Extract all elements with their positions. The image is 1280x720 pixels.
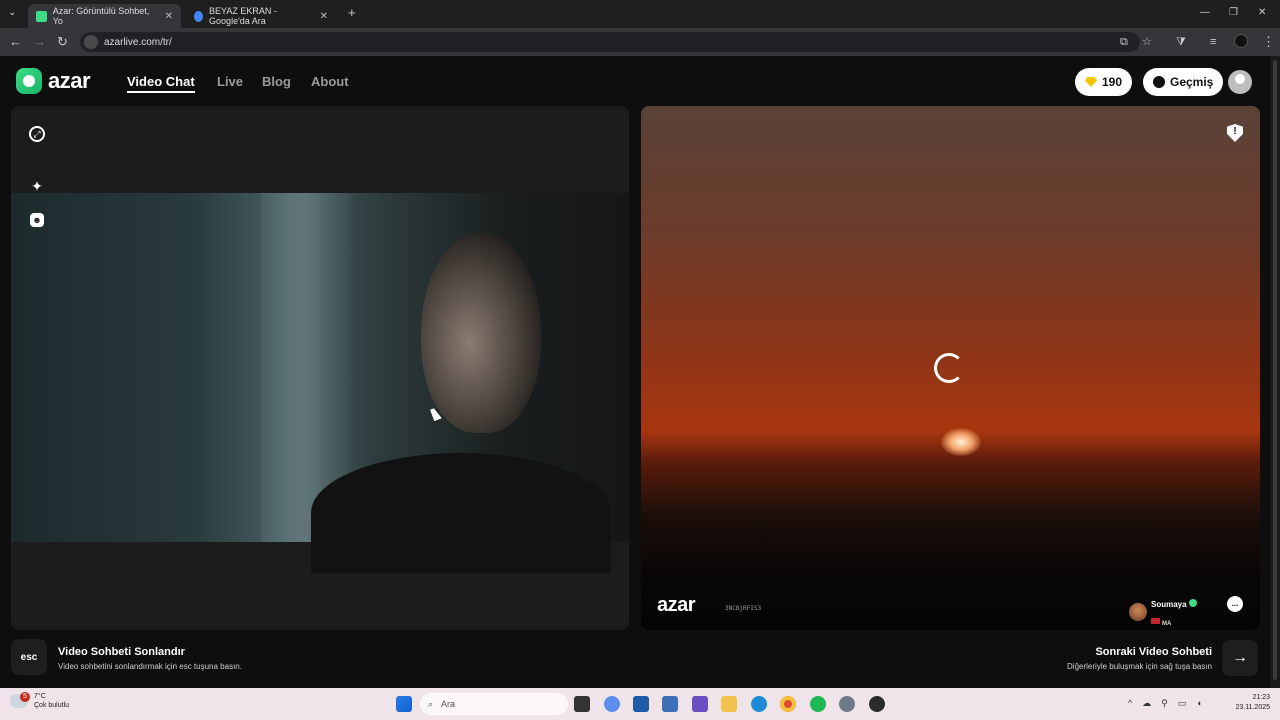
history-label: Geçmiş	[1170, 75, 1214, 89]
install-app-icon[interactable]: ⧉	[1120, 35, 1128, 49]
media-control-icon[interactable]: ≡	[1210, 35, 1216, 49]
gems-count: 190	[1102, 75, 1123, 89]
logo-text: azar	[48, 68, 91, 93]
new-tab-button[interactable]: +	[348, 6, 356, 20]
peer-info[interactable]: Soumaya MA	[1129, 594, 1197, 630]
google-favicon-icon	[194, 10, 204, 22]
temperature: 7°C	[34, 693, 46, 700]
loading-spinner-icon	[934, 353, 964, 383]
file-explorer-icon[interactable]	[721, 696, 737, 712]
time: 21:23	[1252, 694, 1270, 701]
browser-toolbar: ← → ↻ azarlive.com/tr/ ⧉ ☆ ⧩ ≡ ⋮	[0, 28, 1280, 56]
teams-icon[interactable]	[692, 696, 708, 712]
user-avatar[interactable]	[1228, 70, 1252, 94]
browser-menu-icon[interactable]: ⋮	[1262, 35, 1275, 49]
weather-desc: Çok bulutlu	[34, 702, 70, 709]
azar-page: azar Video Chat Live Blog About 190 Geçm…	[0, 56, 1270, 688]
next-chat-button[interactable]: →	[1222, 640, 1258, 676]
close-window-icon[interactable]: ✕	[1258, 6, 1266, 20]
end-chat-title: Video Sohbeti Sonlandır	[58, 646, 185, 658]
maximize-icon[interactable]: ❐	[1229, 6, 1238, 20]
start-windows-icon[interactable]	[396, 696, 412, 712]
date: 23.11.2025	[1235, 704, 1270, 711]
back-icon[interactable]: ←	[9, 35, 22, 49]
search-placeholder: Ara	[441, 699, 456, 709]
tab-azar[interactable]: Azar: Görüntülü Sohbet, Yo ✕	[28, 4, 181, 28]
sparkle-effects-icon[interactable]: ✦	[27, 176, 47, 196]
history-button[interactable]: Geçmiş	[1143, 68, 1224, 96]
nav-about[interactable]: About	[311, 74, 349, 89]
reload-icon[interactable]: ↻	[57, 35, 68, 49]
address-bar[interactable]: azarlive.com/tr/	[80, 32, 1140, 52]
azar-favicon-icon	[36, 10, 47, 22]
close-tab-icon[interactable]: ✕	[320, 11, 328, 22]
next-chat-title: Sonraki Video Sohbeti	[1095, 646, 1212, 658]
sunset-glow	[941, 428, 981, 456]
weather-widget[interactable]: 5 7°C Çok bulutlu	[10, 692, 69, 710]
tab-title: BEYAZ EKRAN - Google'da Ara	[209, 6, 277, 26]
minimize-icon[interactable]: —	[1200, 6, 1210, 20]
peer-country: MA	[1162, 621, 1172, 627]
copilot-icon[interactable]	[604, 696, 620, 712]
weather-badge: 5	[20, 692, 30, 702]
close-tab-icon[interactable]: ✕	[165, 11, 173, 22]
app-icon[interactable]	[869, 696, 885, 712]
local-video-panel: ⤢ ✦ ☻	[11, 106, 629, 630]
report-shield-icon[interactable]: !	[1227, 124, 1243, 142]
site-info-icon[interactable]	[84, 35, 98, 49]
next-chat-subtitle: Diğerleriyle buluşmak için sağ tuşa bası…	[1067, 662, 1212, 671]
clock[interactable]: 21:23 23.11.2025	[1220, 693, 1270, 713]
bookmark-star-icon[interactable]: ☆	[1142, 35, 1152, 49]
nav-live[interactable]: Live	[217, 74, 243, 89]
chat-bubble-icon[interactable]: ...	[1227, 596, 1243, 612]
settings-icon[interactable]	[839, 696, 855, 712]
extensions-icon[interactable]: ⧩	[1176, 35, 1186, 49]
azar-logo[interactable]: azar	[16, 68, 91, 94]
expand-icon[interactable]: ⤢	[29, 126, 45, 142]
gems-button[interactable]: 190	[1075, 68, 1133, 96]
nav-video-chat[interactable]: Video Chat	[127, 74, 195, 93]
forward-icon[interactable]: →	[33, 35, 46, 49]
gem-icon	[1085, 77, 1097, 87]
url-text: azarlive.com/tr/	[104, 36, 172, 48]
local-camera-feed	[11, 193, 629, 573]
flag-icon	[1151, 617, 1160, 624]
scrollbar-thumb[interactable]	[1273, 60, 1277, 680]
person-head	[421, 233, 541, 433]
session-code: 3NCBjRFIS3	[725, 605, 762, 612]
store-icon[interactable]	[633, 696, 649, 712]
spotify-icon[interactable]	[810, 696, 826, 712]
edge-icon[interactable]	[751, 696, 767, 712]
page-scrollbar[interactable]	[1270, 56, 1280, 688]
nav-blog[interactable]: Blog	[262, 74, 291, 89]
chrome-icon[interactable]	[780, 696, 796, 712]
cloud-icon: 5	[10, 692, 30, 708]
azar-logo-icon	[16, 68, 42, 94]
tab-list-icon[interactable]: ⌄	[8, 6, 16, 20]
taskbar-search[interactable]: ⌕ Ara	[420, 693, 568, 715]
browser-tab-bar: ⌄ Azar: Görüntülü Sohbet, Yo ✕ BEYAZ EKR…	[0, 0, 1280, 28]
windows-taskbar: 5 7°C Çok bulutlu ⌕ Ara ^☁⚲▭◖ 21:23 23.1…	[0, 688, 1280, 720]
search-icon: ⌕	[428, 698, 434, 709]
peer-name: Soumaya	[1151, 600, 1187, 609]
peer-avatar	[1129, 603, 1147, 621]
face-sticker-icon[interactable]: ☻	[30, 213, 44, 227]
tab-google[interactable]: BEYAZ EKRAN - Google'da Ara ✕	[186, 4, 336, 28]
profile-icon[interactable]	[1234, 34, 1248, 48]
remote-video-panel: ! azar 3NCBjRFIS3 Soumaya MA ...	[641, 106, 1260, 630]
system-tray-icons[interactable]: ^☁⚲▭◖	[1128, 698, 1212, 709]
person-body	[311, 453, 611, 573]
tab-title: Azar: Görüntülü Sohbet, Yo	[52, 6, 150, 26]
outlook-icon[interactable]	[662, 696, 678, 712]
verified-icon	[1188, 599, 1197, 607]
task-view-icon[interactable]	[574, 696, 590, 712]
clock-icon	[1153, 76, 1165, 88]
azar-watermark: azar	[657, 594, 696, 616]
esc-key-button[interactable]: esc	[11, 639, 47, 675]
end-chat-subtitle: Video sohbetini sonlandırmak için esc tu…	[58, 662, 242, 671]
